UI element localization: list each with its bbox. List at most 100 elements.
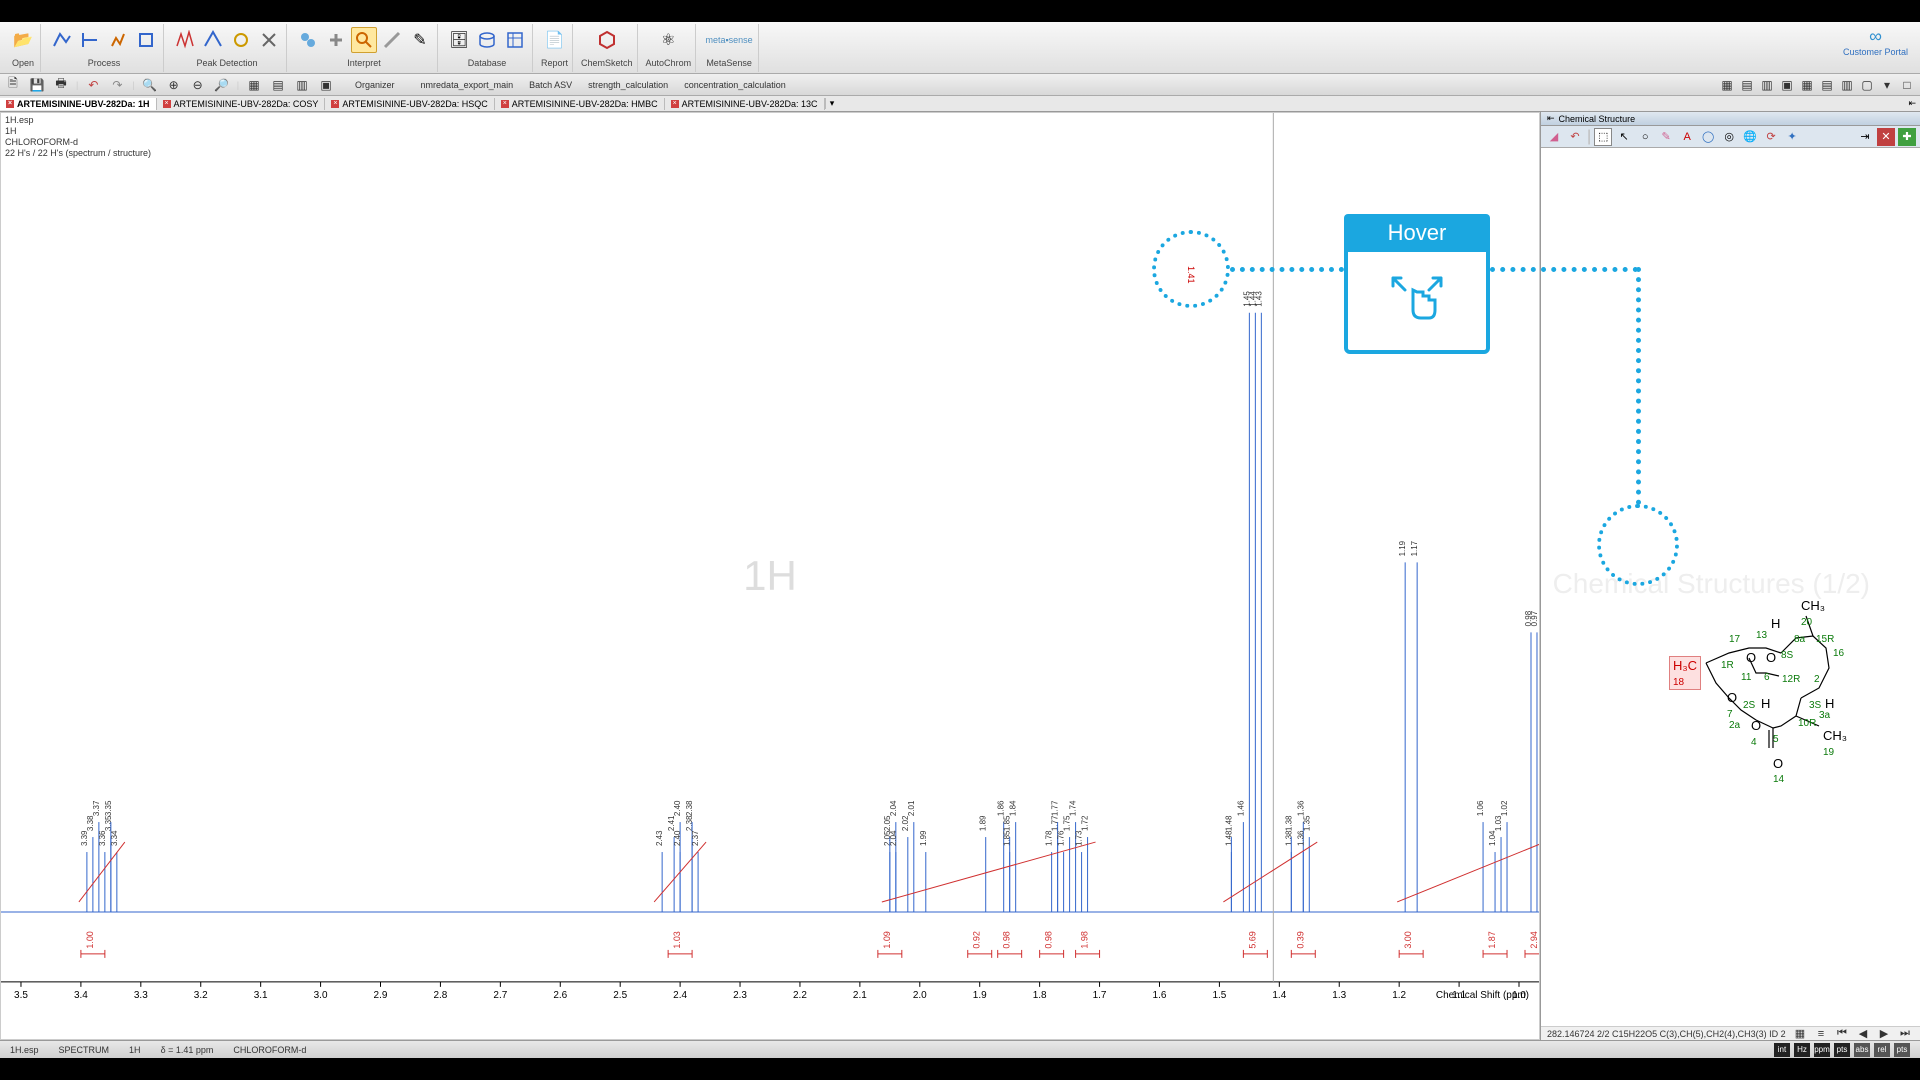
st-lasso-icon[interactable]: ○ — [1636, 128, 1654, 146]
st-eraser-icon[interactable]: ◢ — [1545, 128, 1563, 146]
tb-layout4-icon[interactable]: ▣ — [317, 76, 335, 94]
peak-icon1[interactable] — [172, 27, 198, 53]
tab-close-icon[interactable]: × — [501, 100, 509, 108]
tb-r1-icon[interactable]: ▦ — [1718, 76, 1736, 94]
svg-text:2.05: 2.05 — [883, 815, 892, 831]
sb-btn3[interactable]: ppm — [1814, 1043, 1830, 1057]
db-icon1[interactable]: 🗄 — [446, 27, 472, 53]
tab-close-icon[interactable]: × — [163, 100, 171, 108]
tab-4[interactable]: ×ARTEMISININE-UBV-282Da: 13C — [665, 98, 825, 110]
tb-r5-icon[interactable]: ▦ — [1798, 76, 1816, 94]
tb-r4-icon[interactable]: ▣ — [1778, 76, 1796, 94]
interpret-icon1[interactable] — [295, 27, 321, 53]
tab-close-icon[interactable]: × — [6, 100, 14, 108]
strength-label[interactable]: strength_calculation — [588, 80, 668, 90]
tb-r6-icon[interactable]: ▤ — [1818, 76, 1836, 94]
tb-r9-icon[interactable]: ▾ — [1878, 76, 1896, 94]
db-icon2[interactable] — [474, 27, 500, 53]
tb-layout3-icon[interactable]: ▥ — [293, 76, 311, 94]
tb-zoom2-icon[interactable]: ⊕ — [165, 76, 183, 94]
st-atom-icon[interactable]: A — [1678, 128, 1696, 146]
tb-layout2-icon[interactable]: ▤ — [269, 76, 287, 94]
peak-icon4[interactable] — [256, 27, 282, 53]
hover-circle-atom — [1597, 504, 1679, 586]
st-add-icon[interactable]: ✚ — [1898, 128, 1916, 146]
tb-zoom4-icon[interactable]: 🔎 — [213, 76, 231, 94]
st-close-icon[interactable]: ✕ — [1877, 128, 1895, 146]
tab-0[interactable]: ×ARTEMISININE-UBV-282Da: 1H — [0, 98, 157, 110]
interpret-icon4[interactable] — [379, 27, 405, 53]
process-icon1[interactable] — [49, 27, 75, 53]
tab-2[interactable]: ×ARTEMISININE-UBV-282Da: HSQC — [325, 98, 494, 110]
tb-undo-icon[interactable]: ↶ — [84, 76, 102, 94]
st-star-icon[interactable]: ✦ — [1783, 128, 1801, 146]
ss-next[interactable]: ▶ — [1875, 1025, 1893, 1043]
sb-btn2[interactable]: Hz — [1794, 1043, 1810, 1057]
tb-r8-icon[interactable]: ▢ — [1858, 76, 1876, 94]
peak-icon3[interactable] — [228, 27, 254, 53]
process-icon4[interactable] — [133, 27, 159, 53]
organizer-label[interactable]: Organizer — [355, 80, 395, 90]
batch-label[interactable]: Batch ASV — [529, 80, 572, 90]
autochrom-button[interactable]: ⚛ — [655, 27, 681, 53]
st-undo-icon[interactable]: ↶ — [1566, 128, 1584, 146]
interpret-icon5[interactable]: ✎ — [407, 27, 433, 53]
sb-btn6[interactable]: rel — [1874, 1043, 1890, 1057]
chemsketch-button[interactable] — [594, 27, 620, 53]
spectrum-viewport[interactable]: 1H.esp 1H CHLOROFORM-d 22 H's / 22 H's (… — [0, 112, 1540, 1040]
metasense-button[interactable]: meta▪sense — [704, 27, 754, 53]
tab-close-icon[interactable]: × — [331, 100, 339, 108]
sb-btn5[interactable]: abs — [1854, 1043, 1870, 1057]
report-button[interactable]: 📄 — [542, 27, 568, 53]
svg-text:2.1: 2.1 — [853, 990, 867, 1001]
tab-1[interactable]: ×ARTEMISININE-UBV-282Da: COSY — [157, 98, 326, 110]
st-select-icon[interactable]: ⬚ — [1594, 128, 1612, 146]
tab-3[interactable]: ×ARTEMISININE-UBV-282Da: HMBC — [495, 98, 665, 110]
sb-btn7[interactable]: pts — [1894, 1043, 1910, 1057]
svg-text:1.48: 1.48 — [1224, 830, 1233, 846]
ss-nav2[interactable]: ≡ — [1812, 1025, 1830, 1043]
concentration-label[interactable]: concentration_calculation — [684, 80, 786, 90]
st-ring-icon[interactable]: ◯ — [1699, 128, 1717, 146]
tb-print-icon[interactable]: 🖶 — [52, 76, 70, 94]
tb-r2-icon[interactable]: ▤ — [1738, 76, 1756, 94]
st-refresh-icon[interactable]: ⟳ — [1762, 128, 1780, 146]
tb-save-icon[interactable]: 💾 — [28, 76, 46, 94]
tb-zoom3-icon[interactable]: ⊖ — [189, 76, 207, 94]
process-icon3[interactable] — [105, 27, 131, 53]
tab-close-icon[interactable]: × — [671, 100, 679, 108]
tab-dropdown[interactable]: ▾ — [825, 98, 839, 109]
st-globe-icon[interactable]: 🌐 — [1741, 128, 1759, 146]
tb-r10-icon[interactable]: □ — [1898, 76, 1916, 94]
st-target-icon[interactable]: ◎ — [1720, 128, 1738, 146]
tb-layout1-icon[interactable]: ▦ — [245, 76, 263, 94]
interpret-icon3[interactable] — [351, 27, 377, 53]
nmredata-label[interactable]: nmredata_export_main — [421, 80, 514, 90]
tabs-collapse[interactable]: ⇤ — [1908, 98, 1920, 109]
sb-btn1[interactable]: int — [1774, 1043, 1790, 1057]
interpret-icon2[interactable] — [323, 27, 349, 53]
ss-first[interactable]: ⏮ — [1833, 1025, 1851, 1043]
ss-nav1[interactable]: ▦ — [1791, 1025, 1809, 1043]
svg-text:3.38: 3.38 — [86, 815, 95, 831]
atom-label: 2S — [1743, 696, 1755, 711]
svg-text:5.69: 5.69 — [1247, 931, 1257, 948]
ss-prev[interactable]: ◀ — [1854, 1025, 1872, 1043]
tb-new-icon[interactable]: 🗎 — [4, 76, 22, 94]
open-button[interactable]: 📂 — [10, 27, 36, 53]
db-icon3[interactable] — [502, 27, 528, 53]
st-collapse-icon[interactable]: ⇥ — [1856, 128, 1874, 146]
tb-zoom1-icon[interactable]: 🔍 — [141, 76, 159, 94]
tb-r7-icon[interactable]: ▥ — [1838, 76, 1856, 94]
tb-redo-icon[interactable]: ↷ — [108, 76, 126, 94]
customer-portal-button[interactable]: ∞ Customer Portal — [1835, 24, 1916, 59]
tb-r3-icon[interactable]: ▥ — [1758, 76, 1776, 94]
ss-last[interactable]: ⏭ — [1896, 1025, 1914, 1043]
status-mode: SPECTRUM — [59, 1045, 110, 1055]
st-highlight-icon[interactable]: ✎ — [1657, 128, 1675, 146]
sb-btn4[interactable]: pts — [1834, 1043, 1850, 1057]
process-icon2[interactable] — [77, 27, 103, 53]
peak-icon2[interactable] — [200, 27, 226, 53]
structure-canvas[interactable]: Chemical Structures (1/2) — [1541, 148, 1920, 1026]
st-cursor-icon[interactable]: ↖ — [1615, 128, 1633, 146]
